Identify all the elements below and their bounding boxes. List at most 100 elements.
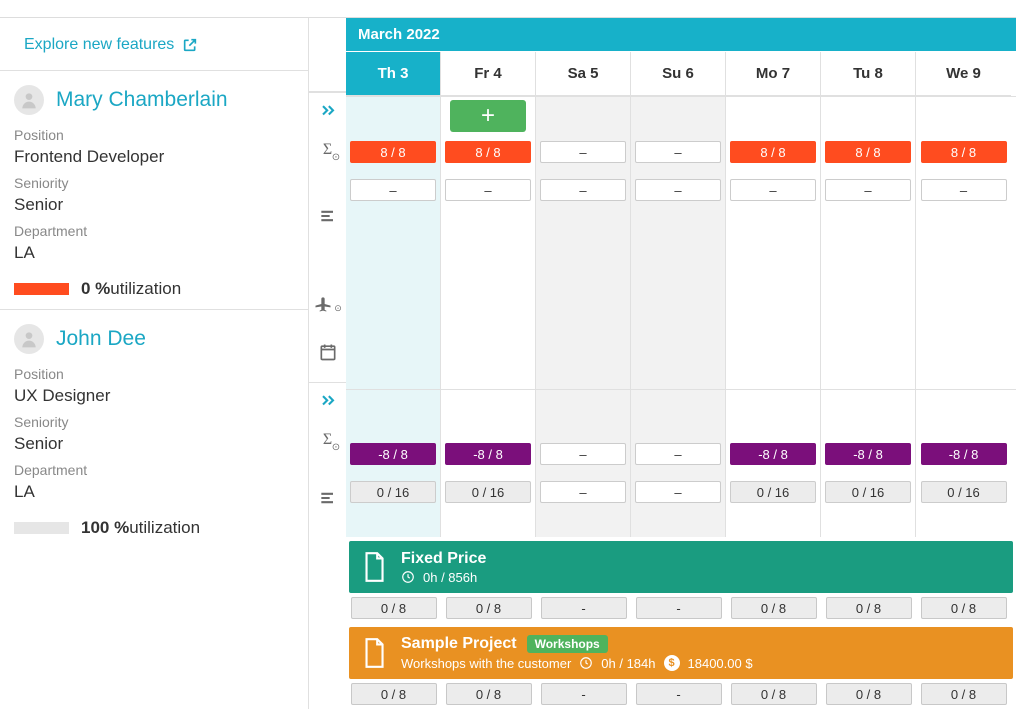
allocation-cell[interactable]: – — [540, 481, 626, 503]
project-hours: 0h / 184h — [601, 656, 655, 671]
allocation-cell[interactable]: – — [350, 179, 436, 201]
day-header[interactable]: Fr 4 — [441, 52, 536, 96]
project-budget: 18400.00 $ — [688, 656, 753, 671]
allocation-cell[interactable]: 0 / 16 — [825, 481, 911, 503]
department-value: LA — [14, 243, 294, 263]
utilization-text: 0 %utilization — [81, 279, 181, 299]
allocation-cell[interactable]: -8 / 8 — [825, 443, 911, 465]
department-label: Department — [14, 223, 294, 239]
dollar-icon: $ — [664, 655, 680, 671]
seniority-label: Seniority — [14, 414, 294, 430]
allocation-cell[interactable]: – — [730, 179, 816, 201]
project-title: Sample Project — [401, 635, 517, 653]
project-bar-fixed-price[interactable]: Fixed Price 0h / 856h — [349, 541, 1013, 593]
sum-icon[interactable]: Σ⊙ — [309, 421, 346, 459]
allocation-cell[interactable]: – — [635, 141, 721, 163]
allocation-cell[interactable]: – — [635, 481, 721, 503]
project-subtitle: Workshops with the customer — [401, 656, 571, 671]
day-header[interactable]: Sa 5 — [536, 52, 631, 96]
project-allocation-cell[interactable]: 0 / 8 — [826, 597, 912, 619]
allocation-cell[interactable]: 0 / 16 — [921, 481, 1007, 503]
person-card: John Dee Position UX Designer Seniority … — [0, 309, 308, 548]
project-allocation-cell[interactable]: 0 / 8 — [921, 597, 1007, 619]
utilization-bar — [14, 522, 69, 534]
plane-icon[interactable]: ⊙ — [309, 285, 346, 323]
explore-label: Explore new features — [24, 36, 174, 54]
position-label: Position — [14, 366, 294, 382]
allocation-cell[interactable]: – — [825, 179, 911, 201]
allocation-cell[interactable]: 8 / 8 — [350, 141, 436, 163]
person-card: Mary Chamberlain Position Frontend Devel… — [0, 70, 308, 309]
schedule-grid: March 2022 Th 3Fr 4Sa 5Su 6Mo 7Tu 8We 9 … — [346, 18, 1016, 709]
list-icon[interactable] — [309, 197, 346, 235]
calendar-icon[interactable] — [309, 333, 346, 371]
project-allocation-cell[interactable]: 0 / 8 — [351, 597, 437, 619]
allocation-cell[interactable]: – — [921, 179, 1007, 201]
explore-new-features-link[interactable]: Explore new features — [0, 18, 308, 70]
allocation-cell[interactable]: -8 / 8 — [730, 443, 816, 465]
project-allocation-cell[interactable]: 0 / 8 — [826, 683, 912, 705]
project-allocation-cell[interactable]: 0 / 8 — [921, 683, 1007, 705]
day-header[interactable]: Th 3 — [346, 52, 441, 96]
allocation-cell[interactable]: 8 / 8 — [445, 141, 531, 163]
utilization-bar — [14, 283, 69, 295]
add-button[interactable]: + — [450, 100, 526, 132]
sum-icon[interactable]: Σ⊙ — [309, 131, 346, 169]
allocation-cell[interactable]: 0 / 16 — [445, 481, 531, 503]
allocation-cell[interactable]: – — [635, 179, 721, 201]
department-value: LA — [14, 482, 294, 502]
document-icon — [361, 637, 387, 669]
allocation-cell[interactable]: – — [445, 179, 531, 201]
day-header[interactable]: Su 6 — [631, 52, 726, 96]
avatar — [14, 324, 44, 354]
person-name-link[interactable]: Mary Chamberlain — [56, 88, 228, 112]
allocation-cell[interactable]: – — [635, 443, 721, 465]
seniority-value: Senior — [14, 195, 294, 215]
position-label: Position — [14, 127, 294, 143]
allocation-cell[interactable]: 8 / 8 — [921, 141, 1007, 163]
sidebar: Explore new features Mary Chamberlain Po… — [0, 18, 308, 709]
list-icon[interactable] — [309, 479, 346, 517]
project-allocation-cell[interactable]: - — [636, 597, 722, 619]
allocation-cell[interactable]: -8 / 8 — [445, 443, 531, 465]
project-allocation-cell[interactable]: 0 / 8 — [351, 683, 437, 705]
project-allocation-cell[interactable]: - — [541, 597, 627, 619]
project-allocation-cell[interactable]: 0 / 8 — [446, 683, 532, 705]
project-bar-sample-project[interactable]: Sample Project Workshops Workshops with … — [349, 627, 1013, 679]
department-label: Department — [14, 462, 294, 478]
allocation-cell[interactable]: 0 / 16 — [350, 481, 436, 503]
expand-icon[interactable] — [309, 383, 346, 421]
allocation-cell[interactable]: – — [540, 179, 626, 201]
allocation-cell[interactable]: 8 / 8 — [730, 141, 816, 163]
seniority-value: Senior — [14, 434, 294, 454]
allocation-cell[interactable]: 8 / 8 — [825, 141, 911, 163]
row-actions-column: Σ⊙ ⊙ Σ⊙ — [308, 18, 346, 709]
project-allocation-cell[interactable]: 0 / 8 — [731, 597, 817, 619]
project-title: Fixed Price — [401, 550, 486, 568]
allocation-cell[interactable]: 0 / 16 — [730, 481, 816, 503]
project-allocation-cell[interactable]: 0 / 8 — [446, 597, 532, 619]
allocation-cell[interactable]: -8 / 8 — [921, 443, 1007, 465]
day-header[interactable]: Tu 8 — [821, 52, 916, 96]
month-header: March 2022 — [346, 18, 1016, 52]
allocation-cell[interactable]: – — [540, 141, 626, 163]
project-allocation-cell[interactable]: - — [541, 683, 627, 705]
allocation-cell[interactable]: -8 / 8 — [350, 443, 436, 465]
project-hours: 0h / 856h — [423, 570, 477, 585]
project-allocation-cell[interactable]: 0 / 8 — [731, 683, 817, 705]
project-allocation-cell[interactable]: - — [636, 683, 722, 705]
project-tag: Workshops — [527, 635, 608, 653]
clock-icon — [579, 656, 593, 670]
clock-icon — [401, 570, 415, 584]
day-header[interactable]: Mo 7 — [726, 52, 821, 96]
avatar — [14, 85, 44, 115]
position-value: Frontend Developer — [14, 147, 294, 167]
position-value: UX Designer — [14, 386, 294, 406]
person-name-link[interactable]: John Dee — [56, 327, 146, 351]
day-header[interactable]: We 9 — [916, 52, 1011, 96]
external-link-icon — [182, 37, 198, 53]
allocation-cell[interactable]: – — [540, 443, 626, 465]
utilization-text: 100 %utilization — [81, 518, 200, 538]
document-icon — [361, 551, 387, 583]
expand-icon[interactable] — [309, 93, 346, 131]
